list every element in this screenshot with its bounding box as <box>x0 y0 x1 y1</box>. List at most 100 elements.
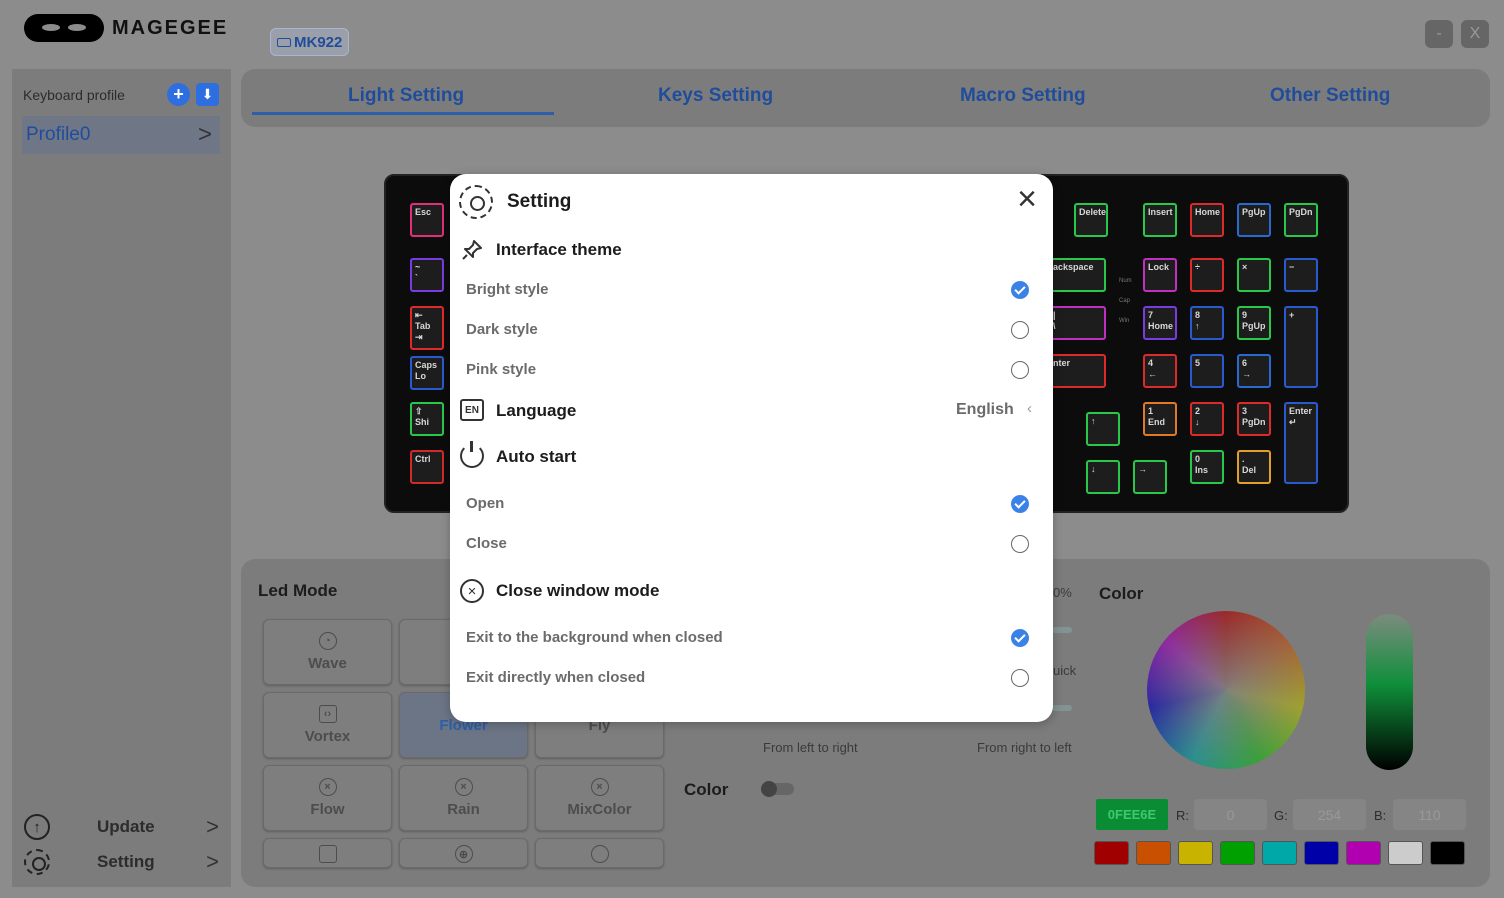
keyboard-key[interactable]: 3 PgDn <box>1237 402 1271 436</box>
keyboard-key[interactable]: Esc <box>410 203 444 237</box>
direction-right-to-left[interactable]: From right to left <box>977 740 1072 755</box>
keyboard-key[interactable]: ↓ <box>1086 460 1120 494</box>
keyboard-key[interactable]: ⇤ Tab ⇥ <box>410 306 444 350</box>
profile-item[interactable]: Profile0 > <box>22 116 220 154</box>
language-value[interactable]: English <box>956 401 1014 419</box>
model-badge[interactable]: MK922 <box>270 28 350 56</box>
keyboard-key[interactable]: 9 PgUp <box>1237 306 1271 340</box>
keyboard-key[interactable]: nter <box>1048 354 1106 388</box>
brightness-slider[interactable] <box>1052 705 1072 711</box>
keyboard-key[interactable]: 5 <box>1190 354 1224 388</box>
minimize-button[interactable]: - <box>1425 20 1453 48</box>
keyboard-key[interactable]: Home <box>1190 203 1224 237</box>
lock-indicator: Win <box>1119 318 1130 324</box>
keyboard-key[interactable]: 1 End <box>1143 402 1177 436</box>
tab-keys-setting[interactable]: Keys Setting <box>658 85 773 107</box>
brightness-bar[interactable] <box>1366 614 1413 770</box>
color-swatch[interactable] <box>1430 841 1465 865</box>
color-swatch[interactable] <box>1136 841 1171 865</box>
dialog-close-button[interactable]: × <box>1011 182 1043 216</box>
mode-rain-button[interactable]: × Rain <box>399 765 528 831</box>
mode-button-partial[interactable] <box>535 838 664 868</box>
keyboard-key[interactable]: PgDn <box>1284 203 1318 237</box>
color-swatch[interactable] <box>1346 841 1381 865</box>
speed-slider[interactable] <box>1052 627 1072 633</box>
keyboard-key[interactable]: Lock <box>1143 258 1177 292</box>
speed-quick-label: uick <box>1053 663 1077 678</box>
keyboard-key[interactable]: ↑ <box>1086 412 1120 446</box>
active-tab-underline <box>252 112 554 115</box>
hex-color-field[interactable]: 0FEE6E <box>1096 799 1168 830</box>
keyboard-key[interactable]: Insert <box>1143 203 1177 237</box>
color-toggle[interactable] <box>761 781 794 797</box>
keyboard-key[interactable]: Ctrl <box>410 450 444 484</box>
add-profile-button[interactable]: + <box>167 83 190 106</box>
radio-close[interactable] <box>1011 535 1029 553</box>
radio-open[interactable] <box>1011 495 1029 513</box>
color-swatch[interactable] <box>1094 841 1129 865</box>
keyboard-key[interactable]: 4 ← <box>1143 354 1177 388</box>
keyboard-key[interactable]: Enter ↵ <box>1284 402 1318 484</box>
keyboard-key[interactable]: × <box>1237 258 1271 292</box>
keyboard-key[interactable]: ackspace <box>1048 258 1106 292</box>
keyboard-key[interactable]: 7 Home <box>1143 306 1177 340</box>
color-swatch[interactable] <box>1388 841 1423 865</box>
keyboard-key[interactable]: + <box>1284 306 1318 388</box>
color-swatch[interactable] <box>1220 841 1255 865</box>
keyboard-key[interactable]: → <box>1133 460 1167 494</box>
mode-mixcolor-button[interactable]: × MixColor <box>535 765 664 831</box>
b-input[interactable]: 110 <box>1393 799 1466 830</box>
mode-flow-button[interactable]: × Flow <box>263 765 392 831</box>
profile-name: Profile0 <box>26 124 91 145</box>
option-close: Close <box>466 535 507 552</box>
tab-macro-setting[interactable]: Macro Setting <box>960 85 1086 107</box>
keyboard-key[interactable]: Delete <box>1074 203 1108 237</box>
keyboard-key[interactable]: ⇧ Shi <box>410 402 444 436</box>
g-label: G: <box>1274 808 1288 823</box>
lock-indicator: Num <box>1119 278 1132 284</box>
keyboard-key[interactable]: 6 → <box>1237 354 1271 388</box>
dialog-title: Setting <box>507 191 572 212</box>
mode-wave-button[interactable]: ◔ Wave <box>263 619 392 685</box>
keyboard-key[interactable]: − <box>1284 258 1318 292</box>
color-swatch[interactable] <box>1178 841 1213 865</box>
keyboard-key[interactable]: PgUp <box>1237 203 1271 237</box>
close-window-button[interactable]: X <box>1461 20 1489 48</box>
color-swatch[interactable] <box>1304 841 1339 865</box>
chevron-left-icon[interactable]: ‹ <box>1027 400 1032 417</box>
mode-button-partial[interactable]: ⊕ <box>399 838 528 868</box>
keyboard-key[interactable]: ÷ <box>1190 258 1224 292</box>
keyboard-key[interactable]: 0 Ins <box>1190 450 1224 484</box>
color-wheel[interactable] <box>1147 611 1305 769</box>
radio-pink-style[interactable] <box>1011 361 1029 379</box>
chevron-right-icon: > <box>206 849 219 874</box>
mode-button-partial[interactable] <box>263 838 392 868</box>
keyboard-key[interactable]: 8 ↑ <box>1190 306 1224 340</box>
direction-left-to-right[interactable]: From left to right <box>763 740 858 755</box>
radio-exit-directly[interactable] <box>1011 669 1029 687</box>
sidebar-title: Keyboard profile <box>23 87 125 103</box>
circle-x-icon: × <box>454 778 473 796</box>
mode-vortex-button[interactable]: ‹› Vortex <box>263 692 392 758</box>
r-input[interactable]: 0 <box>1194 799 1267 830</box>
radio-dark-style[interactable] <box>1011 321 1029 339</box>
setting-item[interactable]: Setting > <box>24 847 219 877</box>
keyboard-key[interactable]: 2 ↓ <box>1190 402 1224 436</box>
radio-bright-style[interactable] <box>1011 281 1029 299</box>
g-input[interactable]: 254 <box>1293 799 1366 830</box>
keyboard-key[interactable]: ~ ` <box>410 258 444 292</box>
import-profile-button[interactable]: ⬇ <box>196 83 219 106</box>
keyboard-key[interactable]: . Del <box>1237 450 1271 484</box>
gear-icon <box>24 849 50 875</box>
tab-other-setting[interactable]: Other Setting <box>1270 85 1390 107</box>
tab-light-setting[interactable]: Light Setting <box>348 85 464 107</box>
keyboard-key[interactable]: Caps Lo <box>410 356 444 390</box>
upload-icon: ↑ <box>24 814 50 840</box>
update-item[interactable]: ↑ Update > <box>24 812 219 842</box>
brand-logo: MAGEGEE <box>24 14 228 42</box>
color-swatch[interactable] <box>1262 841 1297 865</box>
globe-icon: ⊕ <box>454 845 473 863</box>
keyboard-key[interactable]: | \ <box>1048 306 1106 340</box>
radio-exit-background[interactable] <box>1011 629 1029 647</box>
gear-icon <box>459 185 493 219</box>
